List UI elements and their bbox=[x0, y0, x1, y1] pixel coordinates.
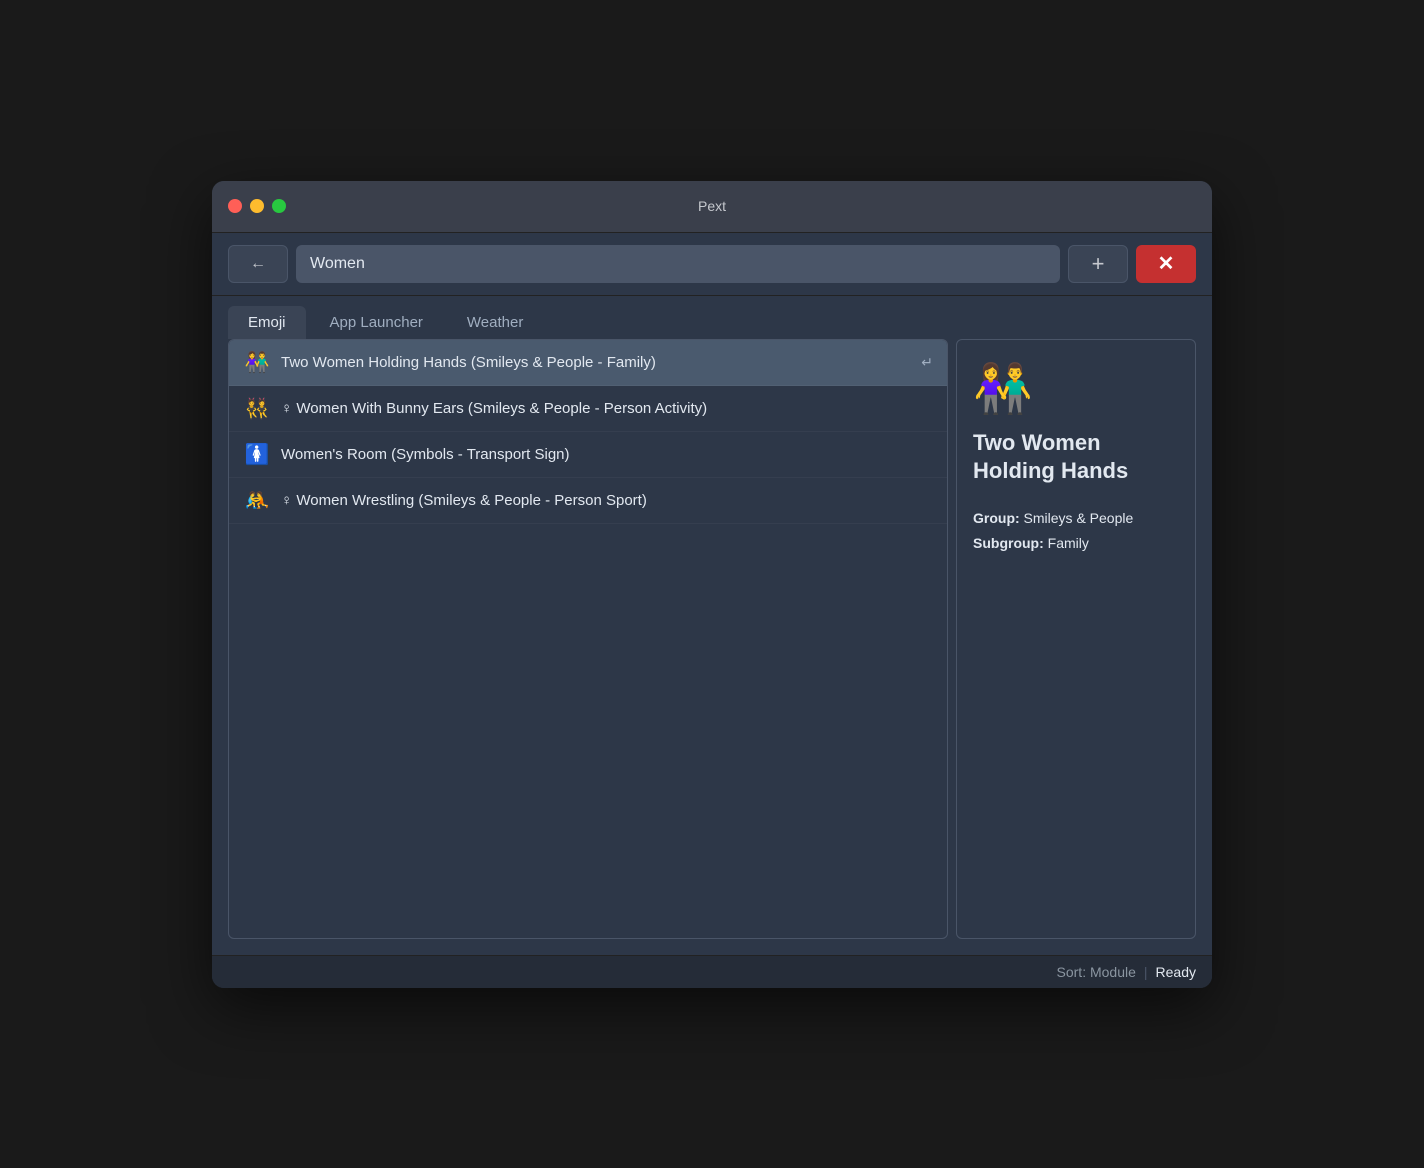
minimize-button[interactable] bbox=[250, 199, 264, 213]
list-item[interactable]: 🚺 Women's Room (Symbols - Transport Sign… bbox=[229, 432, 947, 478]
result-text: Women's Room (Symbols - Transport Sign) bbox=[281, 446, 933, 463]
results-panel: 👫 Two Women Holding Hands (Smileys & Peo… bbox=[228, 339, 948, 939]
detail-panel: 👫 Two Women Holding Hands Group: Smileys… bbox=[956, 339, 1196, 939]
window-title: Pext bbox=[698, 198, 726, 214]
result-emoji: 👫 bbox=[243, 350, 271, 375]
back-button[interactable]: ← bbox=[228, 245, 288, 283]
search-input[interactable] bbox=[296, 245, 1060, 283]
enter-icon: ↵ bbox=[921, 354, 933, 371]
add-button[interactable]: + bbox=[1068, 245, 1128, 283]
toolbar: ← + ✕ bbox=[212, 233, 1212, 296]
clear-button[interactable]: ✕ bbox=[1136, 245, 1196, 283]
result-text: Two Women Holding Hands (Smileys & Peopl… bbox=[281, 354, 911, 371]
tab-weather[interactable]: Weather bbox=[447, 306, 543, 339]
tabs-bar: Emoji App Launcher Weather bbox=[212, 296, 1212, 339]
tab-app-launcher[interactable]: App Launcher bbox=[310, 306, 443, 339]
list-item[interactable]: 🤼 ♀ Women Wrestling (Smileys & People - … bbox=[229, 478, 947, 524]
statusbar: Sort: Module | Ready bbox=[212, 955, 1212, 988]
close-button[interactable] bbox=[228, 199, 242, 213]
subgroup-value: Family bbox=[1048, 535, 1089, 551]
result-emoji: 🤼 bbox=[243, 488, 271, 513]
tab-emoji[interactable]: Emoji bbox=[228, 306, 306, 339]
content-area: 👫 Two Women Holding Hands (Smileys & Peo… bbox=[212, 339, 1212, 955]
detail-meta: Group: Smileys & People Subgroup: Family bbox=[973, 506, 1133, 556]
sort-status: Sort: Module bbox=[1057, 964, 1136, 980]
result-emoji: 👯 bbox=[243, 396, 271, 421]
detail-title: Two Women Holding Hands bbox=[973, 429, 1179, 486]
group-label: Group: bbox=[973, 510, 1020, 526]
titlebar: Pext bbox=[212, 181, 1212, 233]
app-window: Pext ← + ✕ Emoji App Launcher Weather 👫 … bbox=[212, 181, 1212, 988]
window-controls bbox=[228, 199, 286, 213]
status-separator: | bbox=[1144, 964, 1148, 980]
result-emoji: 🚺 bbox=[243, 442, 271, 467]
list-item[interactable]: 👫 Two Women Holding Hands (Smileys & Peo… bbox=[229, 340, 947, 386]
ready-status: Ready bbox=[1156, 964, 1196, 980]
detail-emoji: 👫 bbox=[973, 360, 1033, 417]
subgroup-label: Subgroup: bbox=[973, 535, 1044, 551]
result-text: ♀ Women With Bunny Ears (Smileys & Peopl… bbox=[281, 400, 933, 417]
group-value: Smileys & People bbox=[1024, 510, 1134, 526]
maximize-button[interactable] bbox=[272, 199, 286, 213]
result-text: ♀ Women Wrestling (Smileys & People - Pe… bbox=[281, 492, 933, 509]
list-item[interactable]: 👯 ♀ Women With Bunny Ears (Smileys & Peo… bbox=[229, 386, 947, 432]
